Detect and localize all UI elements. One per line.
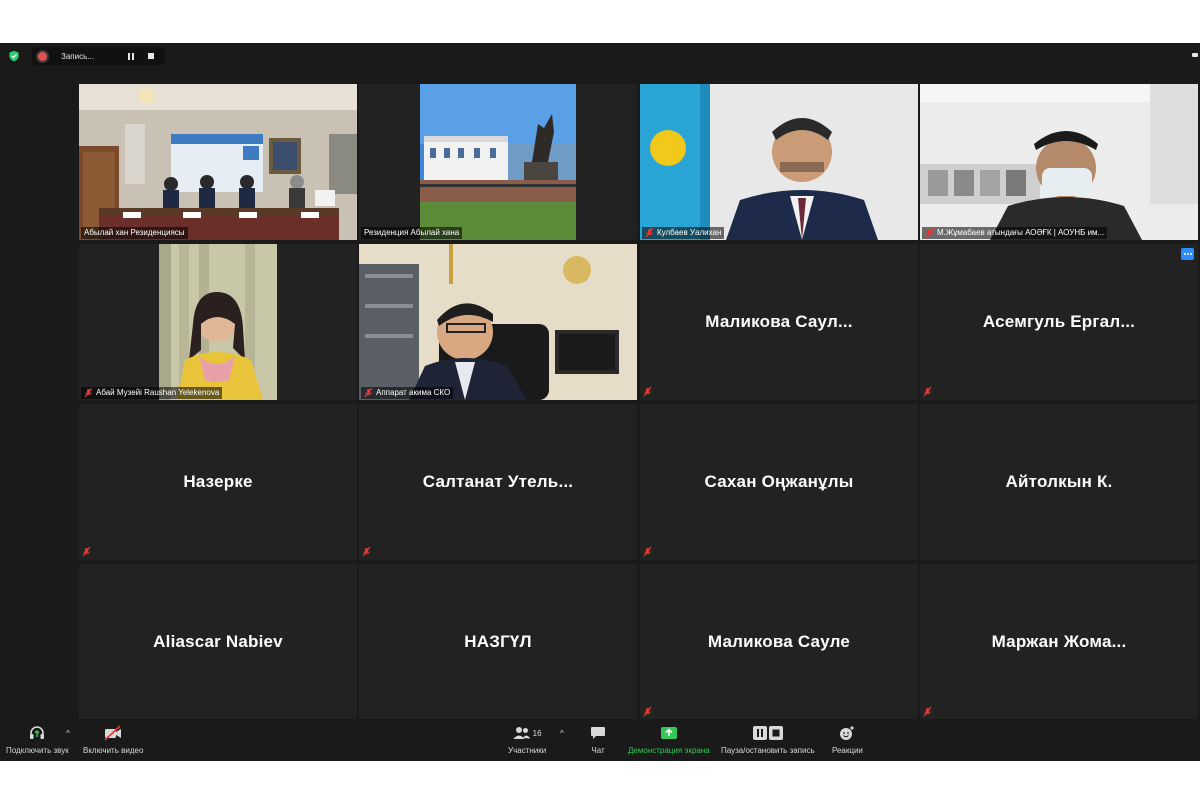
stop-recording-button[interactable] (145, 50, 157, 62)
participant-label: Кулбаев Уалихан (642, 227, 725, 239)
participant-label: Абай Музейі Raushan Yelekenova (81, 387, 223, 399)
participant-name: Аппарат акима СКО (376, 388, 451, 397)
participants-button[interactable]: 16 Участники (508, 723, 546, 755)
participant-name: Назерке (183, 472, 253, 491)
pause-stop-icon (752, 726, 783, 740)
chat-icon (591, 727, 605, 739)
video-tile-2[interactable]: Резиденция Абылай хана (359, 84, 637, 240)
video-tile-1[interactable]: Абылай хан Резиденциясы (79, 84, 357, 240)
chat-button[interactable]: Чат (590, 723, 606, 755)
video-tile-3[interactable]: Кулбаев Уалихан (640, 84, 918, 240)
participant-tile-12[interactable]: Айтолкын К. (920, 404, 1198, 560)
share-screen-label: Демонстрация экрана (628, 746, 710, 755)
video-off-icon (104, 725, 122, 741)
participant-name: Маликова Сауле (707, 632, 851, 651)
participant-tile-13[interactable]: Aliascar Nabiev (79, 564, 357, 720)
participant-name: Маржан Жома... (991, 632, 1127, 651)
video-feed (640, 84, 918, 240)
muted-mic-icon (923, 707, 932, 717)
meeting-toolbar: Подключить звук ^ Включить видео 16 Учас… (0, 719, 1200, 761)
pause-recording-button[interactable] (125, 50, 137, 62)
participant-name: М.Жұмабаев атындағы АОӘҒК | АОУНБ им... (937, 228, 1105, 237)
headphones-icon (30, 726, 45, 739)
pause-stop-recording-label: Пауза/остановить запись (721, 746, 815, 755)
reactions-label: Реакции (832, 746, 863, 755)
participant-name: Абай Музейі Raushan Yelekenova (96, 388, 220, 397)
participant-name: Aliascar Nabiev (153, 632, 283, 651)
shield-icon[interactable] (8, 50, 20, 62)
participant-tile-11[interactable]: Сахан Оңжанұлы (640, 404, 918, 560)
participant-tile-16[interactable]: Маржан Жома... (920, 564, 1198, 720)
participant-name: Абылай хан Резиденциясы (84, 228, 185, 237)
muted-mic-icon (362, 547, 371, 557)
share-screen-icon (660, 727, 677, 739)
stop-icon (148, 53, 154, 59)
participant-name: Кулбаев Уалихан (657, 228, 722, 237)
participant-label: М.Жұмабаев атындағы АОӘҒК | АОУНБ им... (922, 227, 1108, 239)
video-tile-6[interactable]: Аппарат акима СКО (359, 244, 637, 400)
more-options-button[interactable] (1181, 248, 1194, 260)
video-feed (420, 84, 576, 240)
participant-label: Аппарат акима СКО (361, 387, 454, 399)
participant-name: Маликова Саул... (705, 312, 853, 331)
video-feed (920, 84, 1198, 240)
participant-name: Айтолкын К. (1005, 472, 1113, 491)
muted-mic-icon (925, 228, 934, 238)
zoom-window: Запись... Абылай хан Резиденциясы Резиде… (0, 43, 1200, 761)
muted-mic-icon (364, 388, 373, 398)
video-feed (79, 84, 357, 240)
participant-label: Резиденция Абылай хана (361, 227, 463, 239)
participant-name: Салтанат Утель... (422, 472, 574, 491)
participant-tile-14[interactable]: НАЗГҮЛ (359, 564, 637, 720)
participants-count: 16 (532, 728, 542, 738)
muted-mic-icon (643, 547, 652, 557)
reaction-smiley-icon (840, 726, 855, 740)
participant-tile-9[interactable]: Назерке (79, 404, 357, 560)
join-audio-label: Подключить звук (6, 746, 69, 755)
participant-name: Резиденция Абылай хана (364, 228, 460, 237)
participant-name: Асемгуль Ергал... (982, 312, 1136, 331)
start-video-label: Включить видео (83, 746, 144, 755)
start-video-button[interactable]: Включить видео (83, 723, 143, 755)
record-dot-icon (38, 51, 47, 61)
muted-mic-icon (645, 228, 654, 238)
participant-tile-10[interactable]: Салтанат Утель... (359, 404, 637, 560)
participant-name: Сахан Оңжанұлы (704, 472, 854, 491)
reactions-button[interactable]: Реакции (832, 723, 863, 755)
participant-tile-8[interactable]: Асемгуль Ергал... (920, 244, 1198, 400)
participant-tile-7[interactable]: Маликова Саул... (640, 244, 918, 400)
muted-mic-icon (643, 387, 652, 397)
participant-name: НАЗГҮЛ (464, 632, 532, 651)
video-feed (359, 244, 637, 400)
chat-label: Чат (591, 746, 605, 755)
view-options-icon[interactable] (1192, 53, 1198, 57)
video-tile-5[interactable]: Абай Музейі Raushan Yelekenova (79, 244, 357, 400)
pause-stop-recording-button[interactable]: Пауза/остановить запись (721, 723, 815, 755)
participants-icon (513, 727, 531, 739)
video-feed (159, 244, 277, 400)
participant-label: Абылай хан Резиденциясы (81, 227, 188, 239)
audio-options-chevron-icon[interactable]: ^ (66, 729, 74, 738)
muted-mic-icon (84, 388, 93, 398)
participants-options-chevron-icon[interactable]: ^ (560, 729, 568, 738)
muted-mic-icon (643, 707, 652, 717)
muted-mic-icon (82, 547, 91, 557)
recording-indicator: Запись... (32, 47, 165, 65)
share-screen-button[interactable]: Демонстрация экрана (628, 723, 710, 755)
participants-label: Участники (508, 746, 547, 755)
muted-mic-icon (923, 387, 932, 397)
top-bar: Запись... (0, 43, 1200, 69)
recording-label: Запись... (61, 51, 94, 61)
participant-tile-15[interactable]: Маликова Сауле (640, 564, 918, 720)
join-audio-button[interactable]: Подключить звук (6, 723, 69, 755)
pause-icon (128, 52, 134, 60)
video-tile-4[interactable]: М.Жұмабаев атындағы АОӘҒК | АОУНБ им... (920, 84, 1198, 240)
